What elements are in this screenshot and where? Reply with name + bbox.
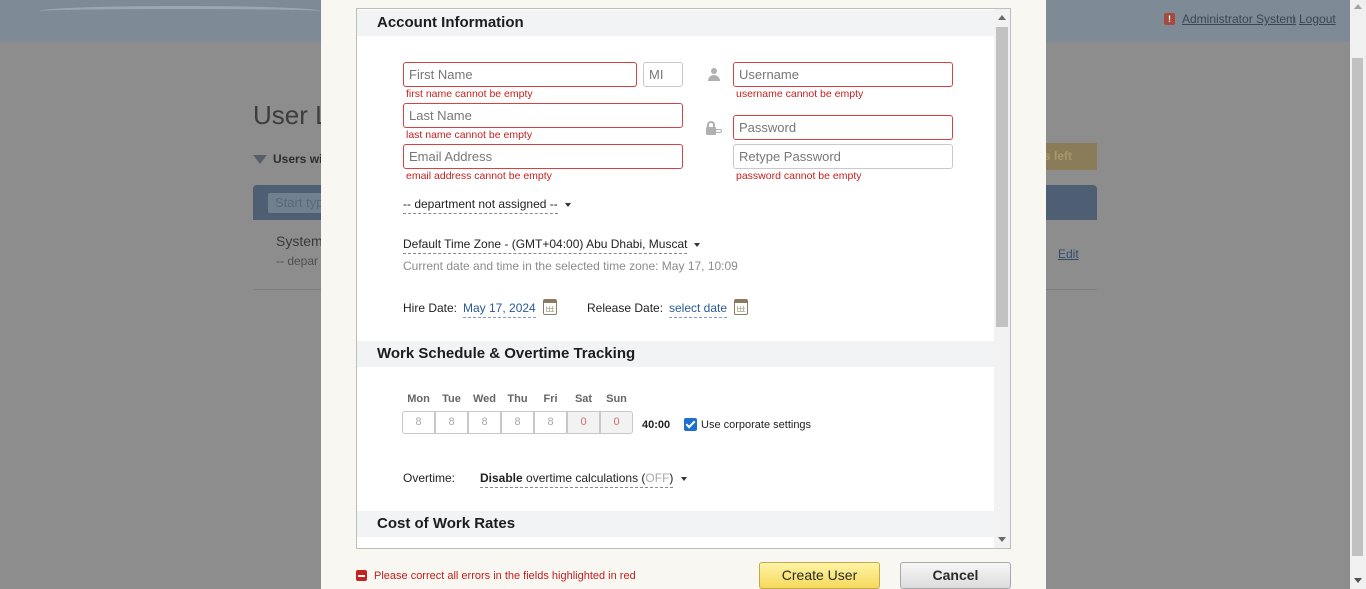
release-date-link[interactable]: select date [669, 301, 728, 318]
form-error-message: Please correct all errors in the fields … [374, 570, 636, 582]
scrollbar-thumb[interactable] [996, 27, 1008, 327]
section-work-schedule: Work Schedule & Overtime Tracking [357, 341, 994, 367]
hire-date-link[interactable]: May 17, 2024 [463, 301, 536, 318]
day-label-sat: Sat [574, 393, 593, 405]
retype-password-field[interactable] [733, 144, 953, 169]
password-field[interactable] [733, 115, 953, 140]
calendar-icon[interactable] [734, 299, 748, 315]
edit-link[interactable]: Edit [1058, 247, 1079, 261]
scroll-down-icon[interactable] [998, 537, 1006, 542]
corporate-settings-label[interactable]: Use corporate settings [701, 419, 811, 431]
middle-initial-field[interactable] [643, 62, 683, 87]
first-name-error: first name cannot be empty [406, 88, 533, 100]
overtime-close: ) [669, 471, 674, 485]
user-search-input[interactable]: Start typ [268, 193, 328, 213]
section-account-information: Account Information [357, 10, 994, 36]
password-error: password cannot be empty [736, 170, 862, 182]
calendar-icon[interactable] [543, 299, 557, 315]
day-label-tue: Tue [442, 393, 461, 405]
day-label-sun: Sun [606, 393, 627, 405]
first-name-field[interactable] [403, 62, 637, 87]
release-date-label: Release Date: [587, 301, 664, 315]
hours-input-mon[interactable]: 8 [402, 411, 435, 434]
day-label-fri: Fri [543, 393, 558, 405]
page-title: User L [253, 100, 330, 130]
chevron-down-icon[interactable] [681, 477, 687, 481]
dialog-scrollbar[interactable] [994, 9, 1010, 548]
overtime-mode: Disable [480, 471, 523, 485]
chevron-down-icon[interactable] [565, 203, 571, 207]
overtime-dropdown[interactable]: Disable overtime calculations (OFF) [480, 471, 674, 488]
hours-input-thu[interactable]: 8 [501, 411, 534, 434]
header-separator: | [1292, 12, 1296, 26]
section-cost-of-work-rates: Cost of Work Rates [357, 511, 994, 537]
last-name-field[interactable] [403, 103, 683, 128]
overtime-state: OFF [645, 471, 670, 485]
corporate-settings-checkbox[interactable] [684, 418, 697, 431]
exclamation-icon[interactable]: ! [1164, 13, 1175, 25]
error-icon [356, 570, 367, 581]
users-filter-label: Users wi [273, 152, 323, 166]
last-name-error: last name cannot be empty [406, 129, 533, 141]
admin-user-link[interactable]: Administrator System [1182, 12, 1296, 26]
user-row-name: System [276, 233, 323, 249]
cancel-button[interactable]: Cancel [900, 562, 1011, 589]
hours-input-sun[interactable]: 0 [600, 411, 633, 434]
username-field[interactable] [733, 62, 953, 87]
dialog-content: Account Information first name cannot be… [357, 9, 994, 548]
hours-input-wed[interactable]: 8 [468, 411, 501, 434]
lock-icon [706, 121, 722, 135]
scrollbar-thumb[interactable] [1352, 58, 1363, 556]
hours-input-fri[interactable]: 8 [534, 411, 567, 434]
users-filter[interactable]: Users wi [253, 152, 322, 166]
email-field[interactable] [403, 144, 683, 169]
logo-swoosh [40, 6, 320, 16]
timezone-dropdown[interactable]: Default Time Zone - (GMT+04:00) Abu Dhab… [403, 237, 688, 254]
department-dropdown[interactable]: -- department not assigned -- [403, 197, 558, 214]
timezone-note: Current date and time in the selected ti… [403, 259, 738, 273]
day-label-wed: Wed [472, 393, 497, 405]
hours-input-tue[interactable]: 8 [435, 411, 468, 434]
dialog-scroll-pane: Account Information first name cannot be… [356, 8, 1011, 549]
email-error: email address cannot be empty [406, 170, 552, 182]
overtime-label: Overtime: [403, 471, 456, 485]
scroll-up-icon[interactable] [998, 15, 1006, 20]
filter-icon [253, 155, 267, 164]
user-icon [707, 68, 721, 82]
hire-date-label: Hire Date: [403, 301, 458, 315]
username-error: username cannot be empty [736, 88, 864, 100]
hours-input-sat[interactable]: 0 [567, 411, 600, 434]
day-label-mon: Mon [407, 393, 430, 405]
overtime-text: overtime calculations ( [522, 471, 646, 485]
logout-link[interactable]: Logout [1299, 12, 1336, 26]
page-scrollbar[interactable] [1350, 0, 1366, 589]
create-user-button[interactable]: Create User [759, 562, 880, 589]
day-label-thu: Thu [507, 393, 528, 405]
total-hours: 40:00 [642, 419, 671, 431]
chevron-down-icon[interactable] [694, 243, 700, 247]
scroll-up-icon[interactable] [1354, 4, 1362, 9]
scroll-down-icon[interactable] [1354, 578, 1362, 583]
user-row-department: -- depar [276, 254, 319, 268]
